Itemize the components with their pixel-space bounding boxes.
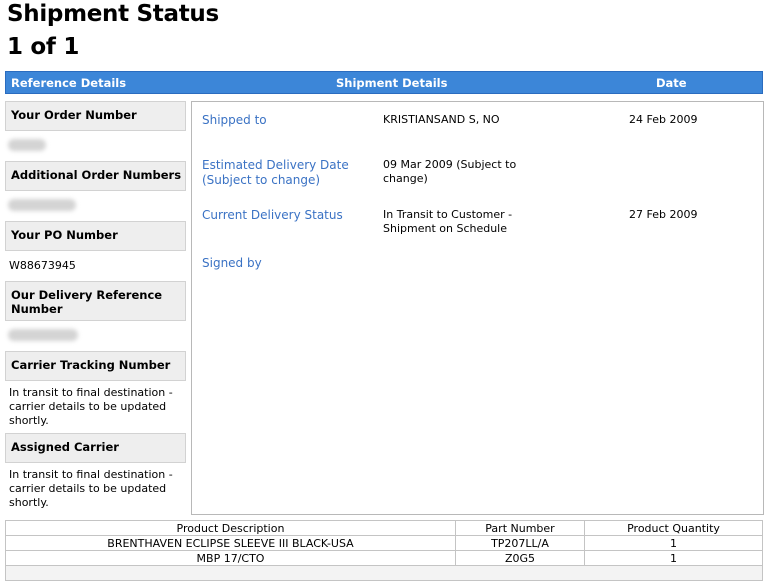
product-description: BRENTHAVEN ECLIPSE SLEEVE III BLACK-USA [5,535,456,551]
header-reference-details: Reference Details [11,76,127,90]
product-quantity: 1 [584,550,763,566]
part-number: Z0G5 [455,550,585,566]
shipped-to-value: KRISTIANSAND S, NO [383,113,500,126]
delivery-reference-value-redacted [8,329,78,341]
product-description-header: Product Description [5,520,456,536]
page-count: 1 of 1 [7,34,80,60]
product-description: MBP 17/CTO [5,550,456,566]
estimated-delivery-label: Estimated Delivery Date (Subject to chan… [202,158,349,187]
delivery-reference-label: Our Delivery Reference Number [5,281,186,321]
product-quantity-header: Product Quantity [584,520,763,536]
assigned-carrier-value: In transit to final destination - carrie… [9,468,173,509]
table-row: MBP 17/CTO Z0G5 1 [5,550,763,566]
products-header-row: Product Description Part Number Product … [5,520,763,536]
product-quantity: 1 [584,535,763,551]
part-number-header: Part Number [455,520,585,536]
additional-order-numbers-label: Additional Order Numbers [5,161,186,191]
products-table: Product Description Part Number Product … [5,520,763,581]
page-title: Shipment Status [7,1,219,27]
po-number-label: Your PO Number [5,221,186,251]
carrier-tracking-value: In transit to final destination - carrie… [9,386,173,427]
shipped-to-label: Shipped to [202,113,267,127]
order-number-label: Your Order Number [5,101,186,131]
carrier-tracking-label: Carrier Tracking Number [5,351,186,381]
po-number-value: W88673945 [9,259,76,272]
status-date: 27 Feb 2009 [629,208,698,221]
table-footer-row [5,565,763,581]
estimated-delivery-value: 09 Mar 2009 (Subject to change) [383,158,517,185]
signed-by-label: Signed by [202,256,262,270]
header-date: Date [656,76,687,90]
header-shipment-details: Shipment Details [336,76,448,90]
current-delivery-status-value: In Transit to Customer - Shipment on Sch… [383,208,513,235]
table-header-bar: Reference Details Shipment Details Date [5,71,763,94]
additional-order-numbers-value-redacted [8,199,76,211]
shipped-date: 24 Feb 2009 [629,113,698,126]
part-number: TP207LL/A [455,535,585,551]
current-delivery-status-label: Current Delivery Status [202,208,343,222]
order-number-value-redacted [8,139,46,151]
table-footer [5,565,763,581]
shipment-details-panel: Shipped to KRISTIANSAND S, NO 24 Feb 200… [191,101,764,515]
table-row: BRENTHAVEN ECLIPSE SLEEVE III BLACK-USA … [5,535,763,551]
assigned-carrier-label: Assigned Carrier [5,433,186,463]
